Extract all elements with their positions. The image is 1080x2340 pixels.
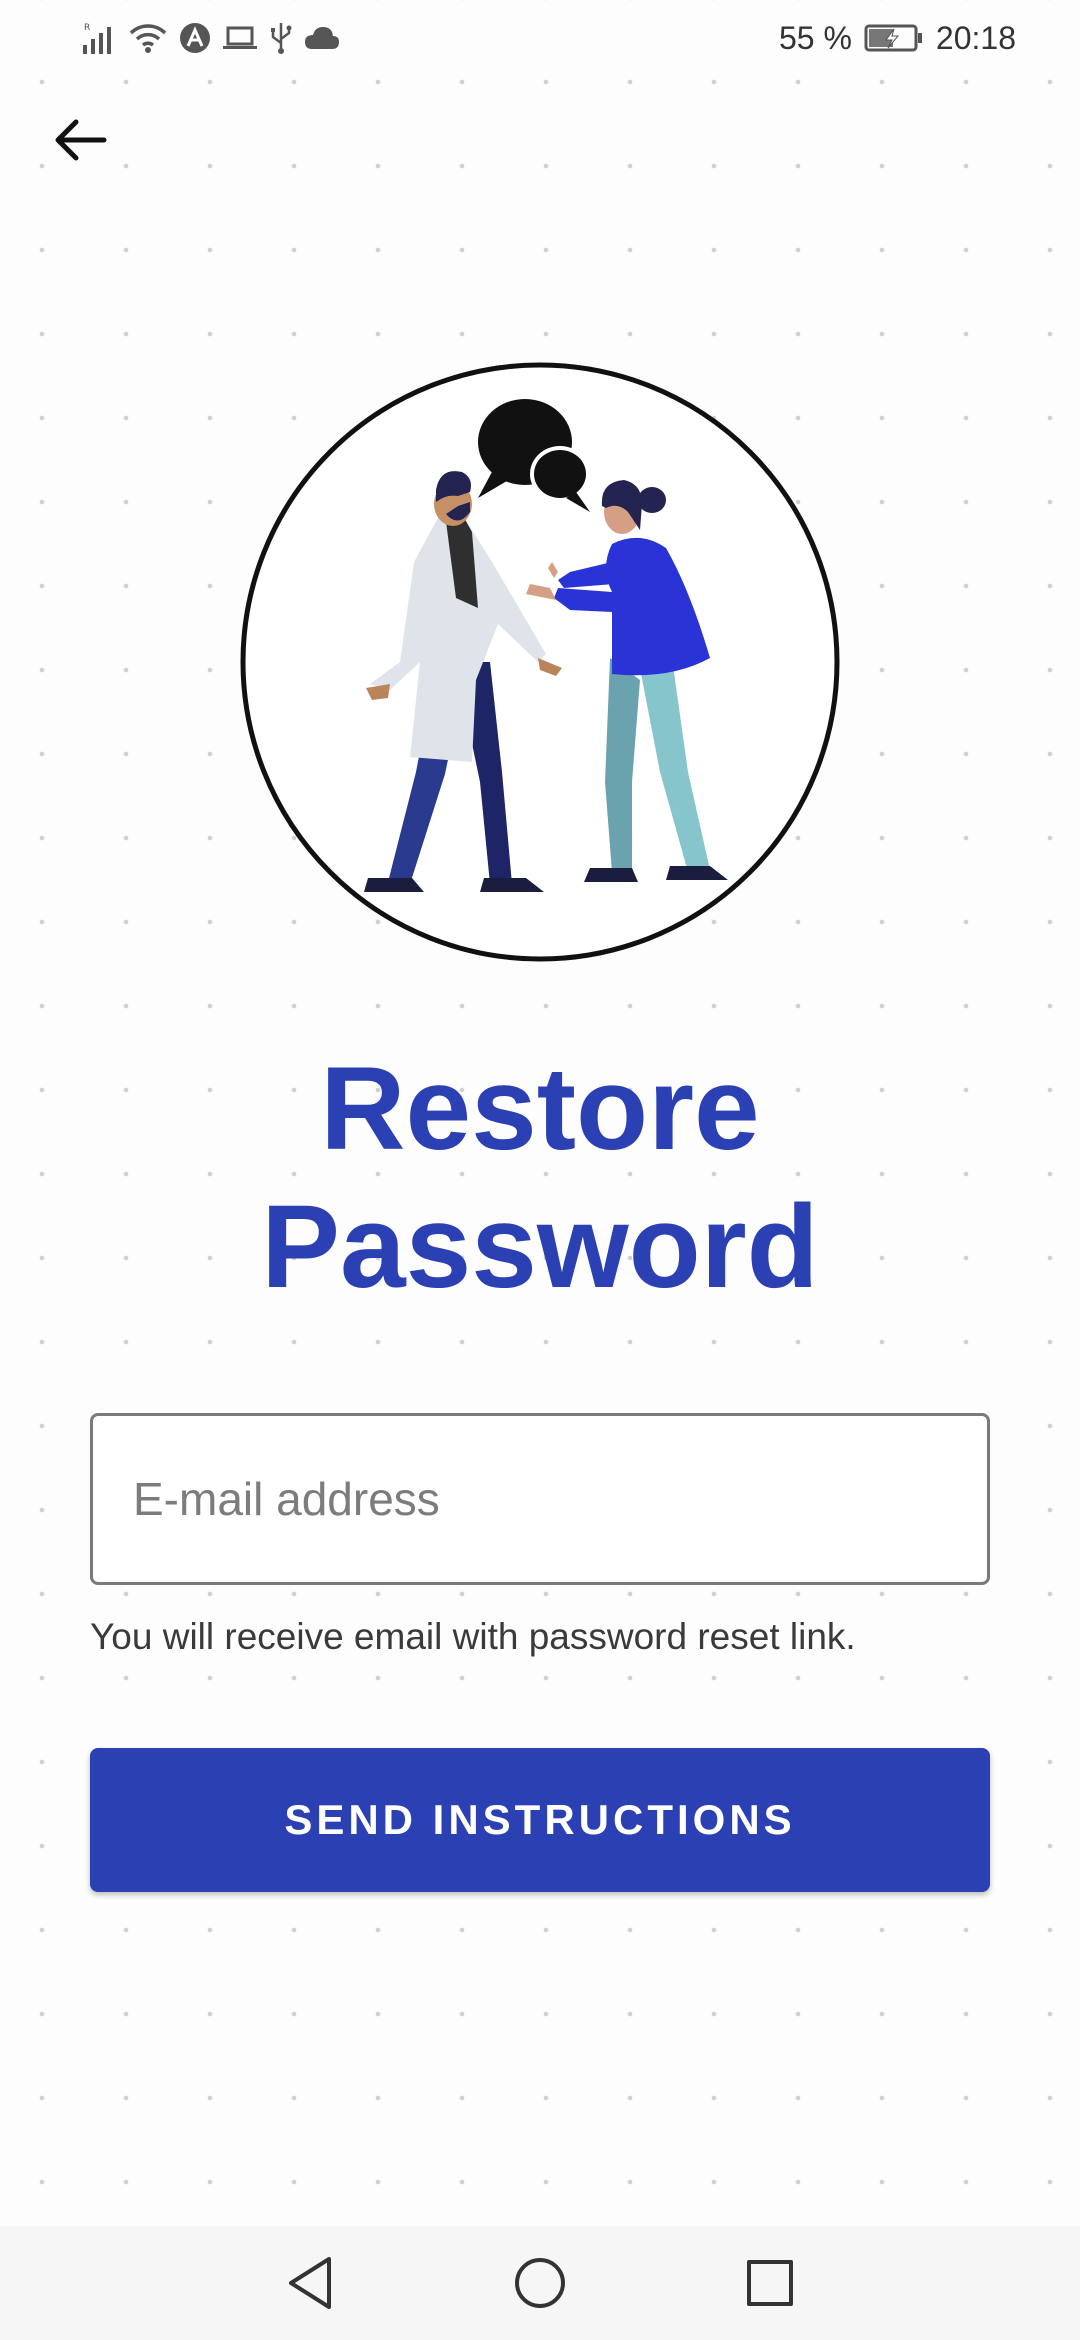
back-triangle-icon <box>289 2257 331 2309</box>
battery-charging-icon <box>864 24 922 52</box>
send-instructions-button[interactable]: SEND INSTRUCTIONS <box>90 1748 990 1892</box>
status-time: 20:18 <box>935 19 1016 56</box>
status-icons-left: R <box>82 18 340 58</box>
back-button[interactable] <box>40 100 120 180</box>
svg-text:R: R <box>84 23 90 33</box>
app-notification-icon <box>180 23 210 53</box>
nav-home-button[interactable] <box>500 2243 580 2323</box>
email-field-container <box>90 1413 990 1585</box>
status-bar: R 55 % 20:18 <box>0 0 1080 76</box>
laptop-icon <box>223 26 257 49</box>
home-circle-icon <box>515 2258 565 2308</box>
email-field[interactable] <box>93 1416 987 1582</box>
battery-percent: 55 % <box>778 19 852 56</box>
wifi-icon <box>129 24 167 53</box>
page-title: Restore Password <box>0 1040 1080 1316</box>
page-title-line-1: Restore <box>320 1043 760 1175</box>
status-icons-right: 55 % 20:18 <box>779 18 1016 58</box>
navigation-bar <box>0 2226 1080 2340</box>
arrow-left-icon <box>55 119 107 161</box>
usb-icon <box>271 23 292 54</box>
signal-icon: R <box>83 23 111 54</box>
nav-back-button[interactable] <box>270 2243 350 2323</box>
helper-text: You will receive email with password res… <box>90 1616 856 1657</box>
nav-recents-button[interactable] <box>730 2243 810 2323</box>
cloud-icon <box>305 27 339 49</box>
conversation-illustration <box>240 362 840 962</box>
page-title-line-2: Password <box>261 1181 819 1313</box>
recents-square-icon <box>747 2260 793 2306</box>
